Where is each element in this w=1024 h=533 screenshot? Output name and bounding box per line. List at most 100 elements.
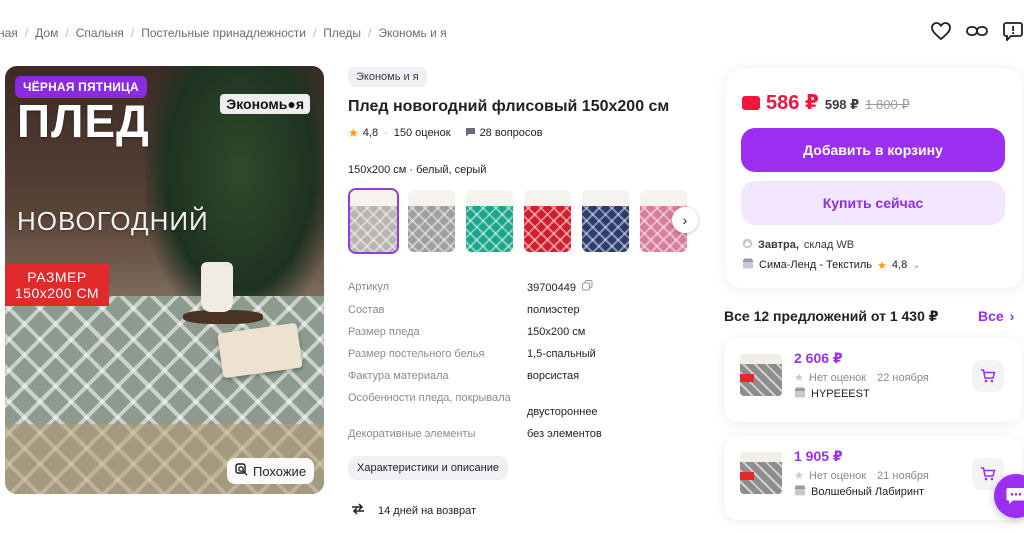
spec-row: Размер постельного белья 1,5-спальный [348,347,688,361]
questions-link[interactable]: 28 вопросов [465,127,543,140]
link-icon[interactable] [966,20,988,42]
star-icon: ★ [877,259,887,272]
variant-label: 150х200 см · белый, серый [348,164,487,176]
shop-icon [794,485,806,499]
thumbnail-header [350,190,397,206]
breadcrumb: ная / Дом / Спальня / Постельные принадл… [0,26,447,40]
offer-date: 22 ноября [877,371,929,384]
chevron-right-icon: › [1009,308,1015,324]
offer-rating-line: ★ Нет оценок 22 ноября [794,371,929,385]
variant-thumbnail[interactable] [406,188,457,254]
spec-value: 150х200 см [527,326,586,338]
chevron-down-icon: ⌄ [912,259,921,271]
spec-row: Декоративные элементы без элементов [348,427,688,441]
buy-now-button[interactable]: Купить сейчас [741,181,1005,225]
thumbnail-swatch [466,206,513,252]
chevron-right-icon[interactable]: › [672,207,698,233]
offer-seller-line: HYPEEEST [794,387,870,401]
spec-list: Артикул 39700449 Состав полиэстер Размер… [348,280,688,449]
offer-price: 1 905 ₽ [794,448,843,464]
return-info: 14 дней на возврат [350,502,476,519]
seller-info[interactable]: Сима-Ленд - Текстиль ★ 4,8 ⌄ [742,258,921,272]
delivery-place: склад WB [803,239,855,251]
image-title: ПЛЕД [17,95,150,147]
breadcrumb-separator: / [65,26,69,40]
warehouse-icon [742,238,753,252]
offer-seller: Волшебный Лабиринт [811,486,925,498]
breadcrumb-separator: / [312,26,317,40]
chat-icon [1006,488,1024,504]
variant-thumbnail[interactable] [522,188,573,254]
size-label-line1: РАЗМЕР [27,269,87,285]
seller-rating: 4,8 [891,259,908,271]
spec-key: Размер пледа [348,326,420,338]
delivery-day: Завтра, [758,239,799,251]
report-icon[interactable] [1002,20,1024,42]
offer-seller-line: Волшебный Лабиринт [794,485,924,499]
top-actions [930,20,1024,42]
breadcrumb-item-bedding[interactable]: Постельные принадлежности [141,26,306,40]
offer-card[interactable]: 2 606 ₽ ★ Нет оценок 22 ноября HYPEEEST [724,338,1022,422]
heart-icon[interactable] [930,20,952,42]
star-icon: ★ [348,126,359,140]
breadcrumb-item-brand[interactable]: Экономь и я [378,26,446,40]
product-main-image[interactable]: ПЛЕД НОВОГОДНИЙ РАЗМЕР 150x200 СМ Эконом… [5,66,324,494]
shop-icon [742,258,754,272]
variant-thumbnail[interactable] [464,188,515,254]
cart-icon[interactable] [972,360,1004,392]
spec-key: Состав [348,304,385,316]
breadcrumb-item-house[interactable]: Дом [35,26,58,40]
offer-card[interactable]: 1 905 ₽ ★ Нет оценок 21 ноября Волшебный… [724,436,1022,520]
black-friday-badge: ЧЁРНАЯ ПЯТНИЦА [15,76,147,98]
thumbnail-header [582,190,629,206]
offers-heading: Все 12 предложений от 1 430 ₽ [724,308,939,324]
current-price: 586 ₽ [766,92,819,114]
add-to-cart-button[interactable]: Добавить в корзину [741,128,1005,172]
variant-thumbnail[interactable] [348,188,399,254]
variant-thumbnails [348,188,689,254]
similar-button[interactable]: Похожие [227,458,315,484]
questions-count: 28 вопросов [479,127,543,139]
size-label-box: РАЗМЕР 150x200 СМ [5,264,109,306]
buy-card: 586 ₽ 598 ₽ 1 800 ₽ Добавить в корзину К… [726,68,1022,288]
spec-row: Состав полиэстер [348,303,688,317]
characteristics-button[interactable]: Характеристики и описание [348,456,508,480]
all-offers-label: Все [978,308,1004,324]
breadcrumb-item-bedroom[interactable]: Спальня [76,26,124,40]
offer-rating-line: ★ Нет оценок 21 ноября [794,469,929,483]
spec-key: Артикул [348,281,390,293]
breadcrumb-separator: / [130,26,135,40]
thumbnail-header [640,190,687,206]
all-offers-link[interactable]: Все › [978,308,1014,324]
breadcrumb-item-home[interactable]: ная [0,26,18,40]
offer-price: 2 606 ₽ [794,350,843,366]
seller-name: Сима-Ленд - Текстиль [759,259,873,271]
chat-bubble-icon [465,127,476,140]
delivery-info: Завтра, склад WB [742,238,854,252]
offer-seller: HYPEEEST [811,388,870,400]
reviews-count[interactable]: 150 оценок [394,127,451,139]
vase-decor [201,262,233,312]
rating-value[interactable]: 4,8 [363,127,378,139]
breadcrumb-item-blankets[interactable]: Пледы [323,26,361,40]
spec-value: 1,5-спальный [527,348,596,360]
rating-row: ★ 4,8 · 150 оценок 28 вопросов [348,126,542,140]
price-without-wallet: 598 ₽ [824,97,860,112]
spec-value: ворсистая [527,370,580,382]
spec-value: без элементов [527,428,602,440]
similar-label: Похожие [253,463,307,479]
thumbnail-header [408,190,455,206]
thumbnail-header [466,190,513,206]
brand-logo: Экономь●я [220,94,310,114]
spec-value: двустороннее [527,406,598,418]
thumbnail-swatch [408,206,455,252]
similar-search-icon [235,463,248,479]
offer-image [740,354,782,396]
star-icon: ★ [794,372,804,384]
brand-chip[interactable]: Экономь и я [348,67,427,87]
article-number: 39700449 [527,281,576,294]
copy-icon[interactable] [581,280,593,295]
image-subtitle: НОВОГОДНИЙ [17,206,209,236]
offer-rating: Нет оценок [808,371,867,384]
variant-thumbnail[interactable] [580,188,631,254]
